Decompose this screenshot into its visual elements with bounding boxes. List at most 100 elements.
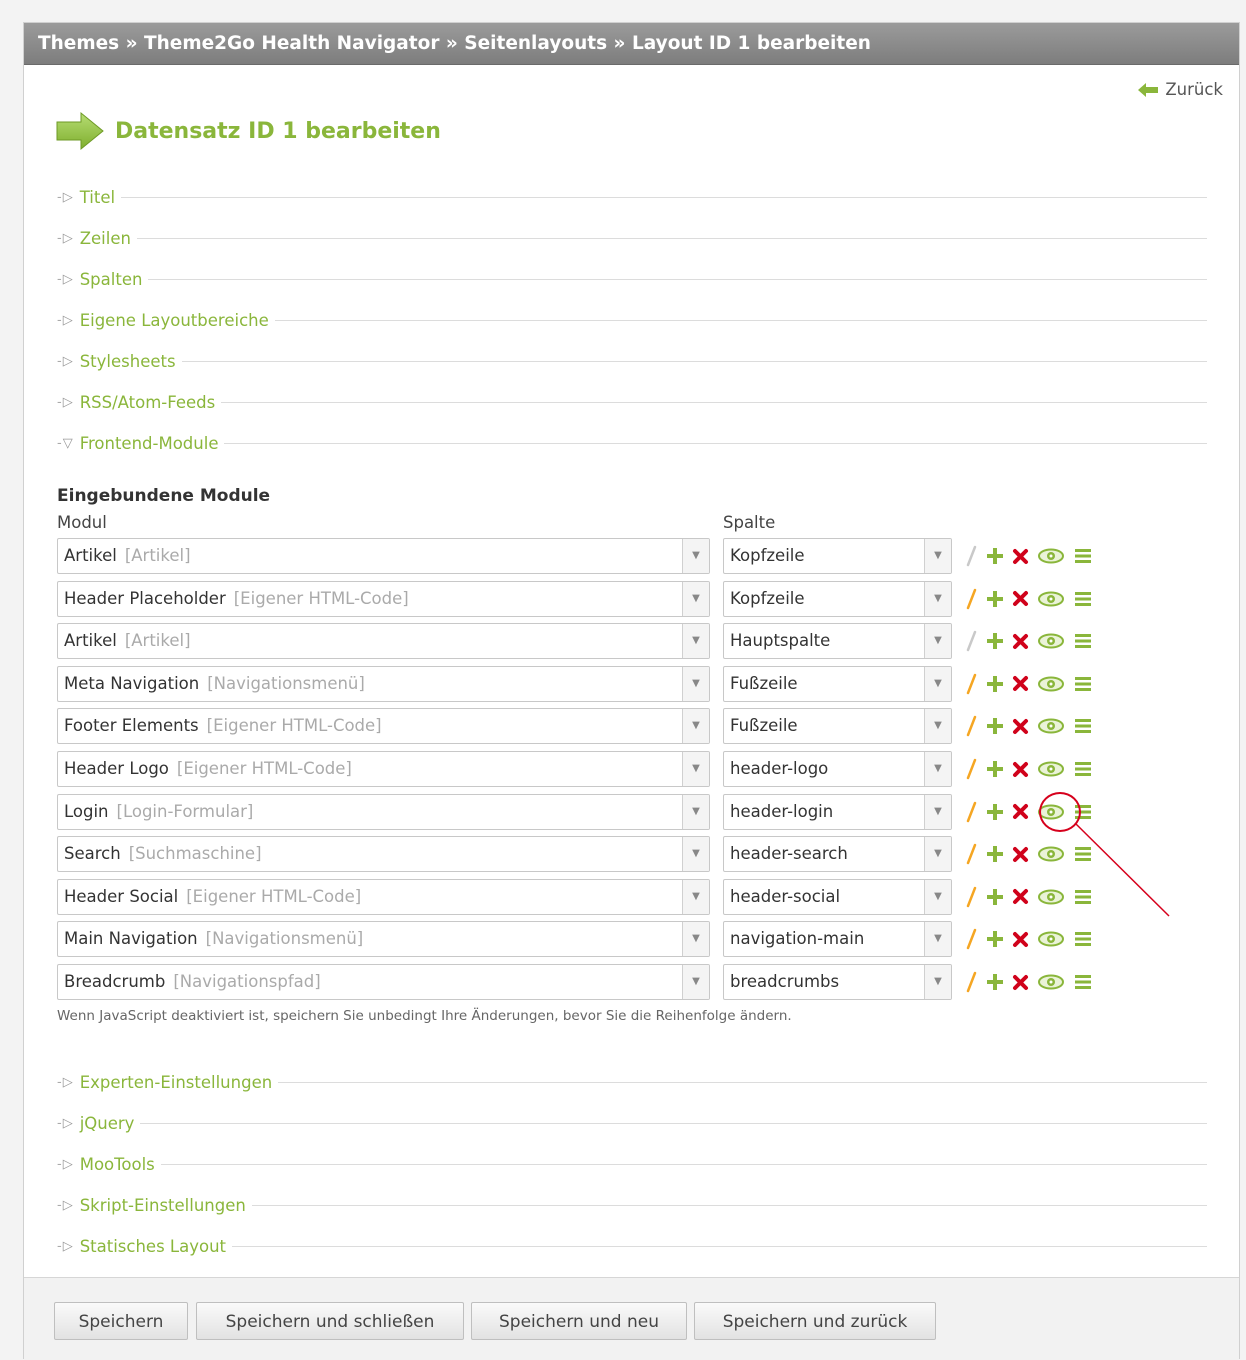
edit-icon[interactable] — [965, 630, 977, 652]
fieldset-legend-label[interactable]: Zeilen — [80, 229, 131, 248]
column-select[interactable]: header-login ▼ — [723, 793, 952, 830]
fieldset-legend[interactable]: - ▷ RSS/Atom-Feeds — [57, 392, 1207, 412]
toggle-visibility-icon[interactable] — [1038, 931, 1064, 947]
drag-handle-icon[interactable] — [1074, 675, 1092, 693]
delete-icon[interactable] — [1012, 803, 1029, 820]
fieldset-legend-label[interactable]: Frontend-Module — [80, 434, 219, 453]
fieldset-legend[interactable]: - ▷ Spalten — [57, 269, 1207, 289]
module-select[interactable]: Header Logo [Eigener HTML-Code] ▼ — [57, 751, 710, 787]
add-icon[interactable] — [986, 803, 1004, 821]
fieldset-legend[interactable]: - ▷ Zeilen — [57, 228, 1207, 248]
fieldset-legend-label[interactable]: MooTools — [80, 1155, 155, 1174]
column-select[interactable]: header-search ▼ — [723, 836, 952, 873]
fieldset-legend-label[interactable]: Titel — [80, 188, 115, 207]
toggle-visibility-icon[interactable] — [1038, 974, 1064, 990]
drag-handle-icon[interactable] — [1074, 590, 1092, 608]
module-select[interactable]: Artikel [Artikel] ▼ — [57, 538, 710, 574]
fieldset-legend-label[interactable]: Experten-Einstellungen — [80, 1073, 272, 1092]
add-icon[interactable] — [986, 675, 1004, 693]
fieldset-legend[interactable]: - ▷ Statisches Layout — [57, 1236, 1207, 1256]
drag-handle-icon[interactable] — [1074, 632, 1092, 650]
add-icon[interactable] — [986, 760, 1004, 778]
column-select[interactable]: Fußzeile ▼ — [723, 708, 952, 745]
chevron-down-icon[interactable]: ▼ — [924, 581, 951, 616]
edit-icon[interactable] — [965, 971, 977, 993]
save-and-back-button[interactable]: Speichern und zurück — [694, 1302, 936, 1340]
chevron-down-icon[interactable]: ▼ — [682, 709, 709, 744]
fieldset-legend[interactable]: - ▽ Frontend-Module — [57, 433, 1207, 453]
edit-icon[interactable] — [965, 886, 977, 908]
chevron-down-icon[interactable]: ▼ — [682, 624, 709, 659]
fieldset-legend-label[interactable]: Statisches Layout — [80, 1237, 226, 1256]
module-select[interactable]: Header Placeholder [Eigener HTML-Code] ▼ — [57, 580, 710, 617]
fieldset-legend-label[interactable]: jQuery — [80, 1114, 135, 1133]
toggle-visibility-icon[interactable] — [1038, 718, 1064, 734]
delete-icon[interactable] — [1012, 675, 1029, 692]
column-select[interactable]: header-social ▼ — [723, 878, 952, 915]
chevron-down-icon[interactable]: ▼ — [682, 666, 709, 701]
fieldset-legend[interactable]: - ▷ jQuery — [57, 1113, 1207, 1133]
module-select[interactable]: Artikel [Artikel] ▼ — [57, 623, 710, 660]
module-select[interactable]: Footer Elements [Eigener HTML-Code] ▼ — [57, 708, 710, 745]
add-icon[interactable] — [986, 632, 1004, 650]
drag-handle-icon[interactable] — [1074, 973, 1092, 991]
drag-handle-icon[interactable] — [1074, 845, 1092, 863]
fieldset-legend[interactable]: - ▷ MooTools — [57, 1154, 1207, 1174]
module-select[interactable]: Main Navigation [Navigationsmenü] ▼ — [57, 921, 710, 958]
fieldset-legend[interactable]: - ▷ Eigene Layoutbereiche — [57, 310, 1207, 330]
add-icon[interactable] — [986, 845, 1004, 863]
chevron-down-icon[interactable]: ▼ — [924, 837, 951, 872]
delete-icon[interactable] — [1012, 846, 1029, 863]
fieldset-legend[interactable]: - ▷ Experten-Einstellungen — [57, 1072, 1207, 1092]
column-select[interactable]: Fußzeile ▼ — [723, 665, 952, 702]
module-select[interactable]: Header Social [Eigener HTML-Code] ▼ — [57, 878, 710, 915]
delete-icon[interactable] — [1012, 931, 1029, 948]
module-select[interactable]: Login [Login-Formular] ▼ — [57, 793, 710, 830]
column-select[interactable]: breadcrumbs ▼ — [723, 964, 952, 1000]
add-icon[interactable] — [986, 547, 1004, 565]
chevron-down-icon[interactable]: ▼ — [682, 879, 709, 914]
toggle-visibility-icon[interactable] — [1038, 761, 1064, 777]
column-select[interactable]: header-logo ▼ — [723, 751, 952, 787]
toggle-visibility-icon[interactable] — [1038, 633, 1064, 649]
chevron-down-icon[interactable]: ▼ — [924, 965, 951, 999]
chevron-down-icon[interactable]: ▼ — [682, 837, 709, 872]
chevron-down-icon[interactable]: ▼ — [682, 752, 709, 786]
edit-icon[interactable] — [965, 758, 977, 780]
fieldset-legend-label[interactable]: Spalten — [80, 270, 143, 289]
column-select[interactable]: Kopfzeile ▼ — [723, 580, 952, 617]
edit-icon[interactable] — [965, 928, 977, 950]
chevron-down-icon[interactable]: ▼ — [924, 624, 951, 659]
column-select[interactable]: Kopfzeile ▼ — [723, 538, 952, 574]
save-and-new-button[interactable]: Speichern und neu — [471, 1302, 687, 1340]
toggle-visibility-icon[interactable] — [1038, 889, 1064, 905]
delete-icon[interactable] — [1012, 590, 1029, 607]
chevron-down-icon[interactable]: ▼ — [682, 965, 709, 999]
toggle-visibility-icon[interactable] — [1038, 548, 1064, 564]
toggle-visibility-icon[interactable] — [1038, 676, 1064, 692]
back-link[interactable]: Zurück — [1137, 80, 1223, 99]
toggle-visibility-icon[interactable] — [1038, 846, 1064, 862]
chevron-down-icon[interactable]: ▼ — [924, 709, 951, 744]
add-icon[interactable] — [986, 590, 1004, 608]
chevron-down-icon[interactable]: ▼ — [924, 539, 951, 573]
column-select[interactable]: Hauptspalte ▼ — [723, 623, 952, 660]
fieldset-legend[interactable]: - ▷ Titel — [57, 187, 1207, 207]
delete-icon[interactable] — [1012, 974, 1029, 991]
edit-icon[interactable] — [965, 843, 977, 865]
chevron-down-icon[interactable]: ▼ — [924, 752, 951, 786]
toggle-visibility-icon[interactable] — [1038, 591, 1064, 607]
add-icon[interactable] — [986, 717, 1004, 735]
module-select[interactable]: Breadcrumb [Navigationspfad] ▼ — [57, 964, 710, 1000]
module-select[interactable]: Meta Navigation [Navigationsmenü] ▼ — [57, 665, 710, 702]
fieldset-legend-label[interactable]: RSS/Atom-Feeds — [80, 393, 216, 412]
fieldset-legend-label[interactable]: Skript-Einstellungen — [80, 1196, 246, 1215]
chevron-down-icon[interactable]: ▼ — [924, 666, 951, 701]
chevron-down-icon[interactable]: ▼ — [682, 922, 709, 957]
edit-icon[interactable] — [965, 673, 977, 695]
edit-icon[interactable] — [965, 801, 977, 823]
save-and-close-button[interactable]: Speichern und schließen — [196, 1302, 464, 1340]
drag-handle-icon[interactable] — [1074, 717, 1092, 735]
chevron-down-icon[interactable]: ▼ — [682, 539, 709, 573]
add-icon[interactable] — [986, 888, 1004, 906]
